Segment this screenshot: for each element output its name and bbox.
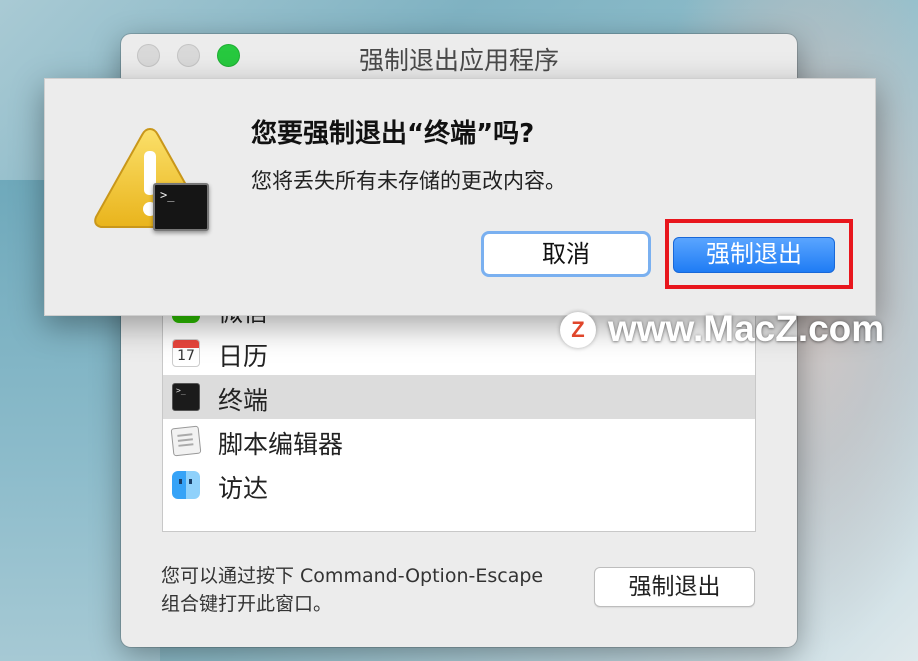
script-editor-icon (170, 425, 202, 457)
calendar-icon: 17 (172, 339, 200, 367)
finder-icon (172, 471, 200, 499)
app-row-script-editor[interactable]: 脚本编辑器 (163, 419, 755, 463)
app-label: 终端 (218, 386, 269, 415)
watermark-logo: Z (560, 312, 596, 348)
title-bar: 强制退出应用程序 (121, 34, 797, 78)
force-quit-button[interactable]: 强制退出 (594, 567, 755, 607)
shortcut-hint-line2: 组合键打开此窗口。 (161, 593, 333, 615)
cancel-button[interactable]: 取消 (481, 231, 651, 277)
terminal-app-icon: >_ (153, 183, 209, 231)
terminal-icon: >_ (172, 383, 200, 411)
highlight-annotation (665, 219, 853, 289)
alert-title: 您要强制退出“终端”吗? (251, 119, 535, 149)
calendar-icon-day: 17 (177, 348, 195, 364)
window-title: 强制退出应用程序 (358, 46, 559, 75)
watermark-text: www.MacZ.com (608, 308, 885, 349)
alert-message: 您将丢失所有未存储的更改内容。 (251, 169, 566, 193)
shortcut-hint: 您可以通过按下 Command-Option-Escape 组合键打开此窗口。 (161, 562, 543, 618)
app-label: 日历 (218, 342, 269, 371)
app-label: 脚本编辑器 (218, 430, 344, 459)
shortcut-hint-line1: 您可以通过按下 Command-Option-Escape (161, 565, 544, 587)
app-row-finder[interactable]: 访达 (163, 463, 755, 507)
app-label: 访达 (218, 474, 269, 503)
app-row-terminal[interactable]: >_ 终端 (163, 375, 755, 419)
